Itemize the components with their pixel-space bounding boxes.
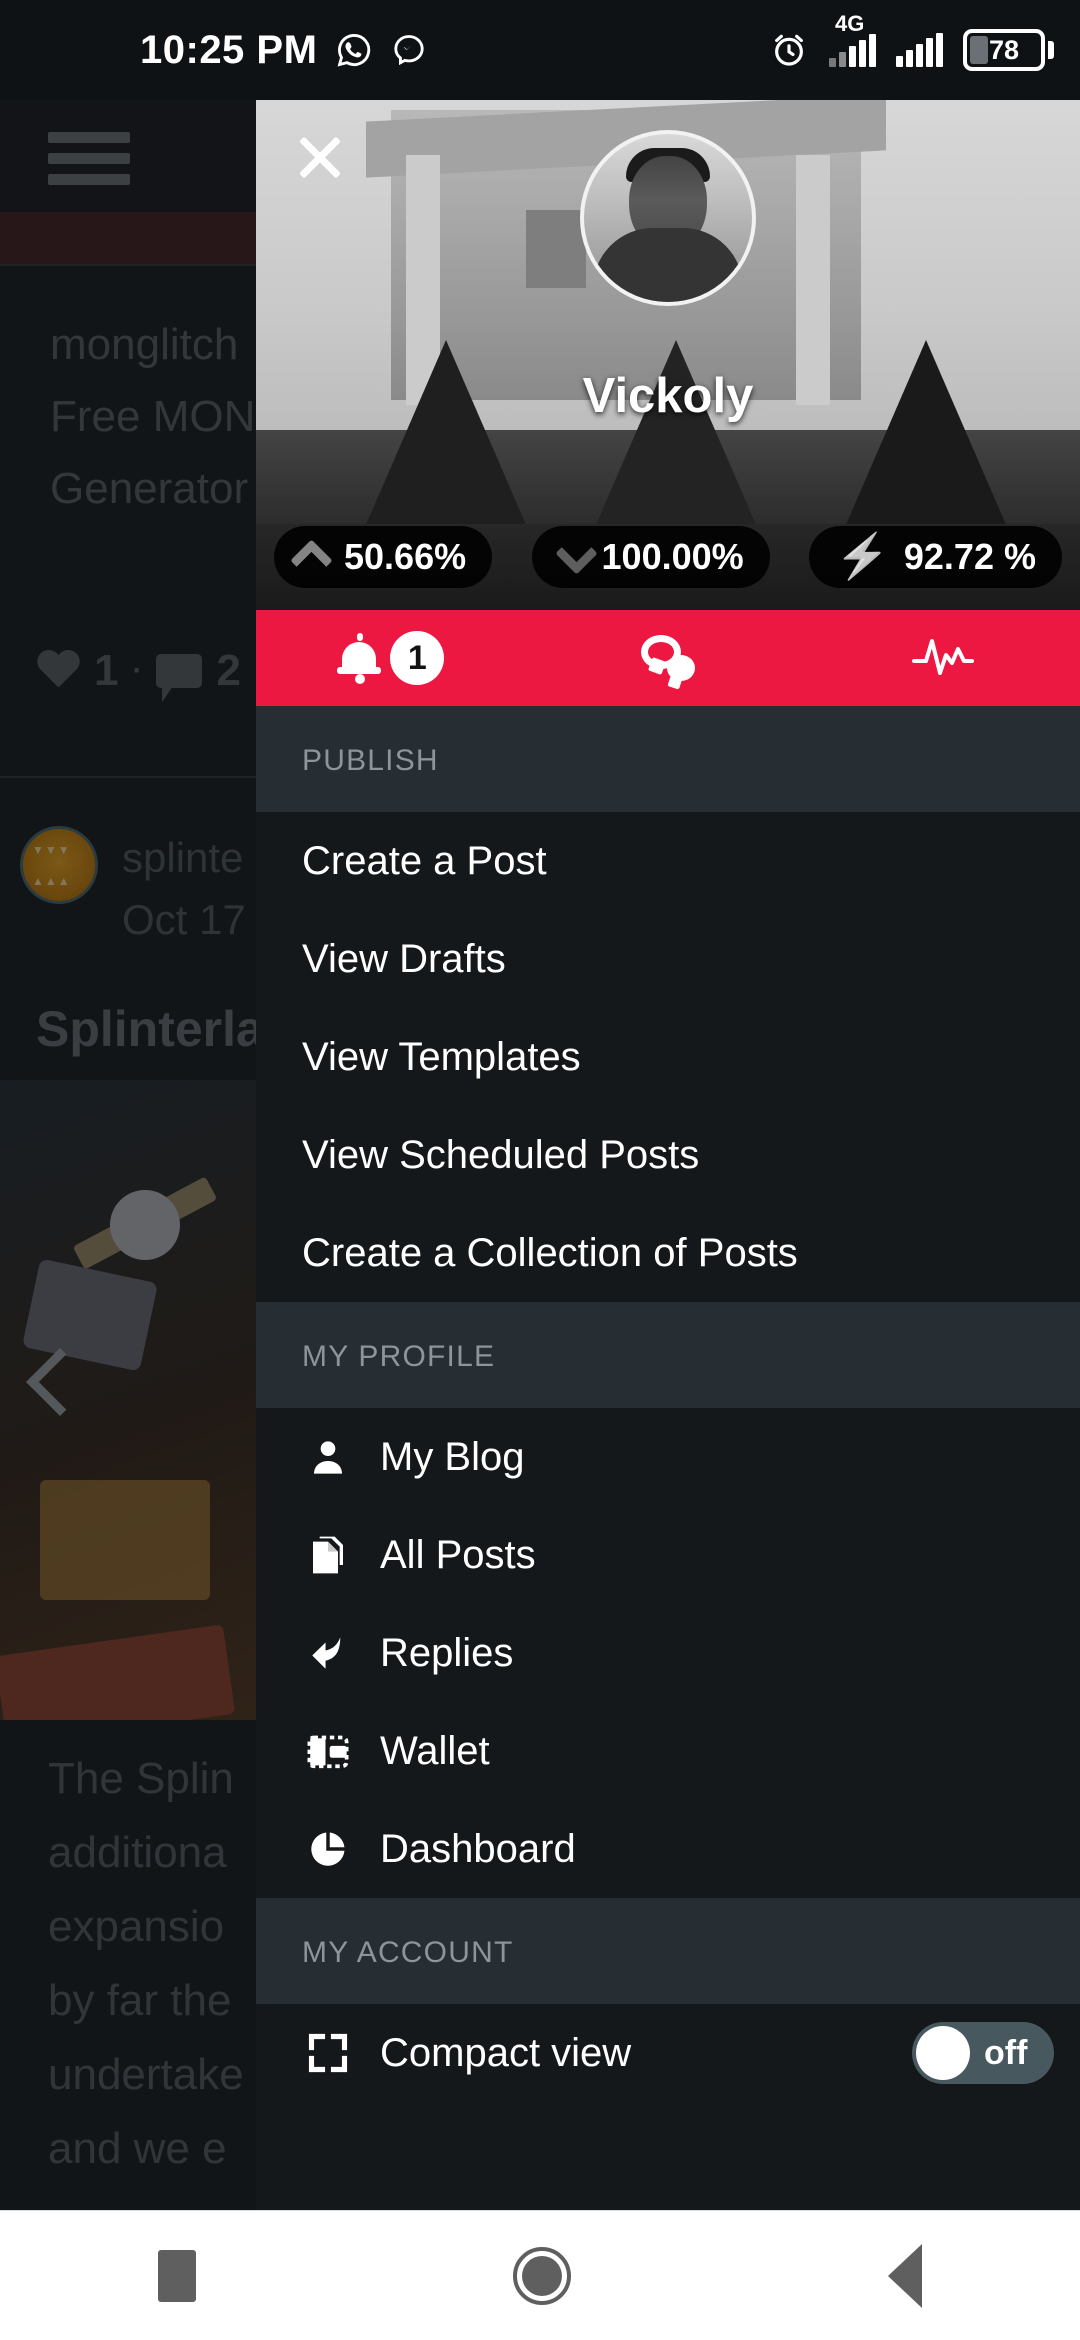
reply-arrow-icon	[300, 1632, 356, 1674]
menu-item-compact-view[interactable]: Compact view off	[256, 2004, 1080, 2102]
toggle-state-label: off	[984, 2033, 1028, 2072]
stat-resource-credits[interactable]: ⚡ 92.72 %	[809, 526, 1062, 588]
home-circle-icon[interactable]	[512, 2246, 571, 2305]
profile-stats: 50.66% 100.00% ⚡ 92.72 %	[256, 526, 1080, 588]
fullscreen-icon	[300, 2031, 356, 2075]
section-header-publish: PUBLISH	[256, 706, 1080, 812]
chevron-up-icon	[290, 539, 333, 582]
menu-item-label: View Scheduled Posts	[302, 1132, 700, 1177]
menu-item-label: Replies	[380, 1630, 514, 1675]
section-body-my-profile: My Blog All Posts Replies Wallet Dashboa…	[256, 1408, 1080, 1898]
menu-item-my-blog[interactable]: My Blog	[256, 1408, 1080, 1506]
profile-header: Vickoly 50.66% 100.00% ⚡ 92.72 %	[256, 100, 1080, 610]
menu-item-label: All Posts	[380, 1532, 536, 1577]
pie-chart-icon	[300, 1828, 356, 1870]
avatar[interactable]	[580, 130, 756, 306]
compact-view-toggle[interactable]: off	[912, 2022, 1054, 2084]
menu-item-label: Dashboard	[380, 1826, 576, 1871]
menu-item-view-templates[interactable]: View Templates	[256, 1008, 1080, 1106]
menu-item-replies[interactable]: Replies	[256, 1604, 1080, 1702]
stat-voting-power[interactable]: 50.66%	[274, 526, 493, 588]
section-header-my-account: MY ACCOUNT	[256, 1898, 1080, 2004]
menu-item-all-posts[interactable]: All Posts	[256, 1506, 1080, 1604]
menu-item-wallet[interactable]: Wallet	[256, 1702, 1080, 1800]
notifications-button[interactable]: 1	[256, 631, 531, 685]
action-bar: 1	[256, 610, 1080, 706]
chevron-down-icon	[554, 532, 598, 575]
section-header-my-profile: MY PROFILE	[256, 1302, 1080, 1408]
menu-item-label: View Templates	[302, 1034, 581, 1079]
menu-item-label: Create a Collection of Posts	[302, 1230, 798, 1275]
menu-item-label: Compact view	[380, 2030, 632, 2075]
document-icon	[300, 1533, 356, 1577]
toggle-knob	[916, 2026, 970, 2080]
bell-icon	[337, 633, 382, 684]
wallet-icon	[300, 1731, 356, 1771]
stat-downvote-power[interactable]: 100.00%	[531, 526, 770, 588]
recents-square-icon[interactable]	[158, 2249, 197, 2302]
stat-voting-power-value: 50.66%	[344, 536, 467, 577]
close-icon[interactable]	[288, 125, 352, 189]
navigation-drawer: Vickoly 50.66% 100.00% ⚡ 92.72 % 1 PUBLI…	[256, 100, 1080, 2210]
back-triangle-icon[interactable]	[887, 2243, 922, 2308]
profile-username: Vickoly	[582, 369, 754, 423]
chat-bubbles-icon	[641, 635, 695, 681]
activity-button[interactable]	[805, 633, 1080, 684]
menu-item-label: Create a Post	[302, 838, 547, 883]
menu-item-label: Wallet	[380, 1728, 490, 1773]
menu-item-view-scheduled-posts[interactable]: View Scheduled Posts	[256, 1106, 1080, 1204]
menu-item-view-drafts[interactable]: View Drafts	[256, 910, 1080, 1008]
section-body-my-account: Compact view off	[256, 2004, 1080, 2102]
messages-button[interactable]	[531, 635, 806, 681]
android-nav-bar	[0, 2210, 1080, 2340]
activity-pulse-icon	[911, 633, 974, 684]
person-icon	[300, 1436, 356, 1478]
menu-item-dashboard[interactable]: Dashboard	[256, 1800, 1080, 1898]
hero-window	[526, 210, 586, 288]
notification-badge: 1	[390, 631, 445, 685]
menu-item-label: View Drafts	[302, 936, 506, 981]
menu-item-create-post[interactable]: Create a Post	[256, 812, 1080, 910]
lightning-bolt-icon: ⚡	[835, 532, 890, 581]
stat-resource-credits-value: 92.72 %	[903, 536, 1036, 577]
menu-item-create-collection[interactable]: Create a Collection of Posts	[256, 1204, 1080, 1302]
menu-item-label: My Blog	[380, 1434, 525, 1479]
avatar-body	[593, 228, 743, 302]
section-body-publish: Create a Post View Drafts View Templates…	[256, 812, 1080, 1302]
stat-downvote-power-value: 100.00%	[601, 536, 744, 577]
